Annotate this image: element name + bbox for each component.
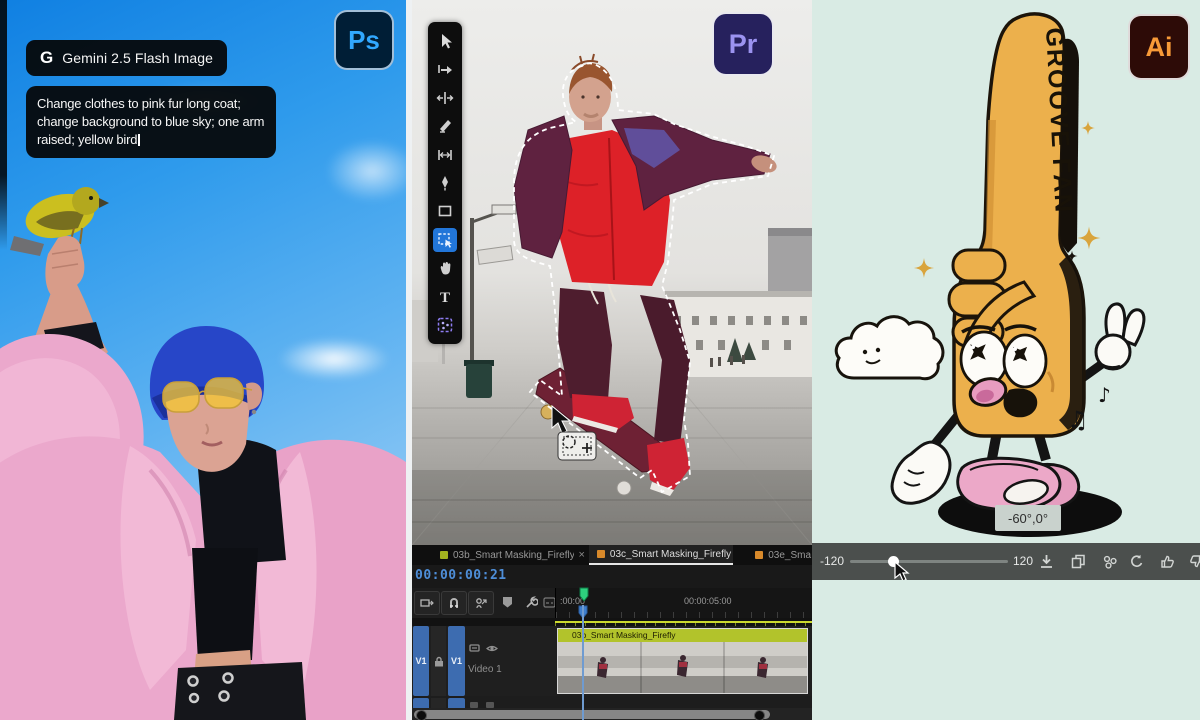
work-area-bar[interactable]	[412, 618, 812, 626]
track-select-forward-tool[interactable]	[433, 57, 457, 81]
track-lock-button[interactable]	[431, 698, 446, 708]
clip-filmstrip	[558, 642, 807, 693]
text-caret	[138, 133, 140, 146]
video-track-1: V1 V1 Video 1 03b_Smart Masking_Firefly …	[412, 626, 812, 696]
horizontal-scrollbar[interactable]	[414, 710, 770, 720]
illustrator-logo: Ai	[1128, 14, 1190, 80]
hand-tool[interactable]	[433, 256, 457, 280]
sequence-marker[interactable]	[577, 583, 591, 605]
snap-magnet-button[interactable]	[441, 591, 467, 615]
playhead-timecode[interactable]: 00:00:00:21	[415, 568, 507, 583]
bird-head	[72, 187, 100, 215]
thumbs-up-icon[interactable]	[1157, 551, 1177, 571]
bird-eye	[89, 196, 93, 200]
rectangle-tool[interactable]	[433, 199, 457, 223]
download-icon[interactable]	[1036, 551, 1056, 571]
sequence-chip-icon	[755, 551, 764, 559]
track-name-label: Video 1	[468, 664, 502, 675]
sequence-tab-label: 03c_Smart Masking_Firefly	[609, 548, 732, 560]
groove-fan-artwork: GROOVE FAN ♪ ♫	[834, 12, 1146, 537]
photoshop-panel: G Gemini 2.5 Flash Image Change clothes …	[0, 0, 406, 720]
scrollbar-zoom-handle-left[interactable]	[416, 710, 427, 720]
slip-tool[interactable]	[433, 143, 457, 167]
bird-tail	[10, 236, 44, 256]
linked-selection-button[interactable]	[468, 591, 494, 615]
type-tool[interactable]: T	[433, 285, 457, 309]
gemini-model-badge: G Gemini 2.5 Flash Image	[26, 40, 228, 76]
sequence-tab[interactable]: 03e_Sma	[747, 545, 812, 565]
sequence-tab-active[interactable]: 03c_Smart Masking_Firefly ≡	[588, 545, 734, 565]
variations-icon[interactable]	[1100, 551, 1120, 571]
track-patch-v1[interactable]: V1	[448, 626, 465, 696]
skirt	[174, 662, 306, 720]
prompt-input[interactable]: Change clothes to pink fur long coat; ch…	[26, 86, 276, 158]
sequence-chip-icon	[440, 551, 448, 559]
marker-icon[interactable]	[498, 594, 516, 610]
smiling-cloud	[834, 315, 945, 381]
sequence-tab-bar: 03b_Smart Masking_Firefly × 03c_Smart Ma…	[412, 545, 812, 565]
source-patch-v1[interactable]: V1	[413, 626, 429, 696]
slider-min-label: -120	[820, 554, 845, 568]
music-note-icon: ♫	[1067, 406, 1089, 434]
audio-track-1-partial	[412, 696, 812, 708]
rotation-slider[interactable]	[850, 556, 1008, 567]
duplicate-icon[interactable]	[1068, 551, 1088, 571]
timeline-controls-row: :00:00 00:00:05:00	[412, 587, 812, 619]
timeline-panel: 03b_Smart Masking_Firefly × 03c_Smart Ma…	[412, 545, 812, 720]
music-note-icon: ♪	[1098, 383, 1111, 407]
track-output-eye-icon[interactable]	[486, 642, 498, 654]
premiere-toolbar: T	[428, 22, 462, 344]
ripple-edit-tool[interactable]	[433, 86, 457, 110]
prompt-text: Change clothes to pink fur long coat; ch…	[37, 96, 265, 147]
model-badge-label: Gemini 2.5 Flash Image	[62, 50, 214, 66]
rotation-slider-toolbar: -120 120	[812, 543, 1200, 582]
bird-beak	[99, 198, 109, 208]
selection-tool[interactable]	[433, 29, 457, 53]
time-ruler[interactable]: :00:00 00:00:05:00	[555, 588, 812, 618]
photoshop-logo: Ps	[334, 10, 394, 70]
tab-close-icon[interactable]: ×	[574, 545, 588, 565]
timeline-clip[interactable]: 03b_Smart Masking_Firefly fx	[557, 628, 808, 694]
google-g-icon: G	[40, 48, 54, 67]
timecode-row: 00:00:00:21	[412, 565, 812, 588]
artboard-background	[812, 580, 1200, 720]
ruler-tick-label: 00:00:05:00	[684, 596, 732, 606]
svg-text:T: T	[440, 290, 450, 306]
slider-max-label: 120	[1013, 554, 1034, 568]
peace-sign-glove	[1094, 302, 1146, 371]
video-frame	[412, 0, 812, 545]
track-lock-button[interactable]	[431, 626, 446, 696]
earring	[251, 409, 257, 415]
thumbs-down-icon[interactable]	[1186, 551, 1200, 571]
sync-lock-icon[interactable]	[468, 642, 480, 654]
crop-top	[192, 548, 258, 662]
track-patch-a1[interactable]	[448, 698, 465, 708]
illustrator-panel: GROOVE FAN ♪ ♫ -60°,0° -120 120 Ai	[812, 0, 1200, 720]
clip-title-bar: 03b_Smart Masking_Firefly	[558, 629, 807, 642]
edge-shade	[0, 0, 7, 250]
reset-icon[interactable]	[1127, 551, 1147, 571]
nest-sequence-button[interactable]	[414, 591, 440, 615]
ai-mask-tool[interactable]	[433, 313, 457, 337]
sequence-tab-label: 03b_Smart Masking_Firefly	[453, 549, 575, 561]
premiere-panel: T Pr 03b_Smart Masking_Firefly × 03c_Sma…	[412, 0, 812, 720]
timeline-scrollbar-row	[412, 708, 812, 720]
razor-tool[interactable]	[433, 114, 457, 138]
premiere-logo: Pr	[712, 12, 774, 76]
trash-bin	[464, 360, 494, 398]
sequence-tab[interactable]: 03b_Smart Masking_Firefly	[412, 545, 574, 565]
sequence-chip-icon	[596, 550, 605, 558]
playhead-line[interactable]	[582, 605, 584, 720]
object-selection-tool[interactable]	[433, 227, 457, 252]
timeline-settings-wrench-icon[interactable]	[522, 594, 540, 610]
program-monitor-canvas[interactable]: T Pr	[412, 0, 812, 545]
scrollbar-zoom-handle-right[interactable]	[754, 710, 765, 720]
sequence-tab-label: 03e_Sma	[768, 549, 812, 561]
rotation-value-tooltip: -60°,0°	[995, 505, 1061, 531]
source-patch-a1[interactable]	[413, 698, 429, 708]
pen-tool[interactable]	[433, 171, 457, 195]
